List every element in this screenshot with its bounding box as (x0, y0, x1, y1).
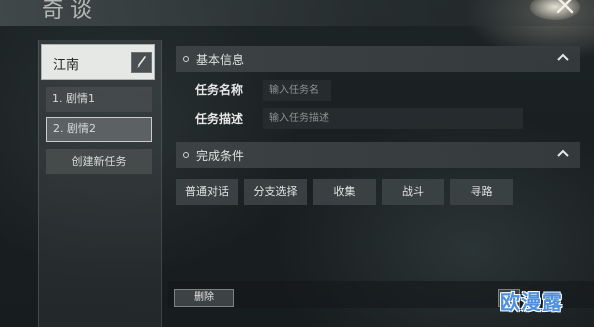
window-title: 奇谈 (42, 0, 99, 23)
bullet-icon (183, 152, 189, 158)
edit-region-button[interactable] (131, 52, 152, 73)
quest-editor-screen: 奇谈 江南 1. 剧情1 2. 剧情2 创建新任务 基本信息 任务名称 任务描 (0, 0, 594, 327)
brush-icon (137, 56, 146, 68)
completion-conditions-title: 完成条件 (196, 149, 245, 163)
task-list-item-label: 1. 剧情1 (52, 92, 95, 105)
basic-info-title: 基本信息 (196, 53, 245, 67)
task-list-panel (38, 40, 162, 327)
task-list-item-2[interactable]: 2. 剧情2 (46, 117, 152, 142)
watermark: 欧漫露 (500, 290, 563, 314)
region-name: 江南 (53, 58, 80, 73)
task-description-label: 任务描述 (195, 112, 244, 126)
task-name-label: 任务名称 (195, 83, 244, 97)
condition-collect-button[interactable]: 收集 (313, 179, 376, 205)
region-card[interactable]: 江南 (41, 44, 155, 80)
chevron-up-icon[interactable] (554, 145, 572, 163)
task-list-item-1[interactable]: 1. 剧情1 (46, 87, 152, 112)
close-icon (556, 0, 574, 14)
close-button[interactable] (551, 0, 579, 22)
task-description-input[interactable] (263, 108, 523, 129)
chevron-up-icon[interactable] (554, 49, 572, 67)
bullet-icon (183, 56, 189, 62)
basic-info-header[interactable]: 基本信息 (176, 46, 580, 72)
delete-button[interactable]: 删除 (174, 289, 234, 307)
condition-battle-button[interactable]: 战斗 (382, 179, 444, 205)
condition-pathfind-button[interactable]: 寻路 (450, 179, 513, 205)
task-list-item-label: 2. 剧情2 (53, 122, 96, 135)
completion-conditions-header[interactable]: 完成条件 (176, 142, 580, 168)
condition-branch-button[interactable]: 分支选择 (244, 179, 307, 205)
task-name-input[interactable] (263, 80, 331, 101)
create-task-button[interactable]: 创建新任务 (46, 149, 152, 174)
condition-dialogue-button[interactable]: 普通对话 (176, 179, 238, 205)
